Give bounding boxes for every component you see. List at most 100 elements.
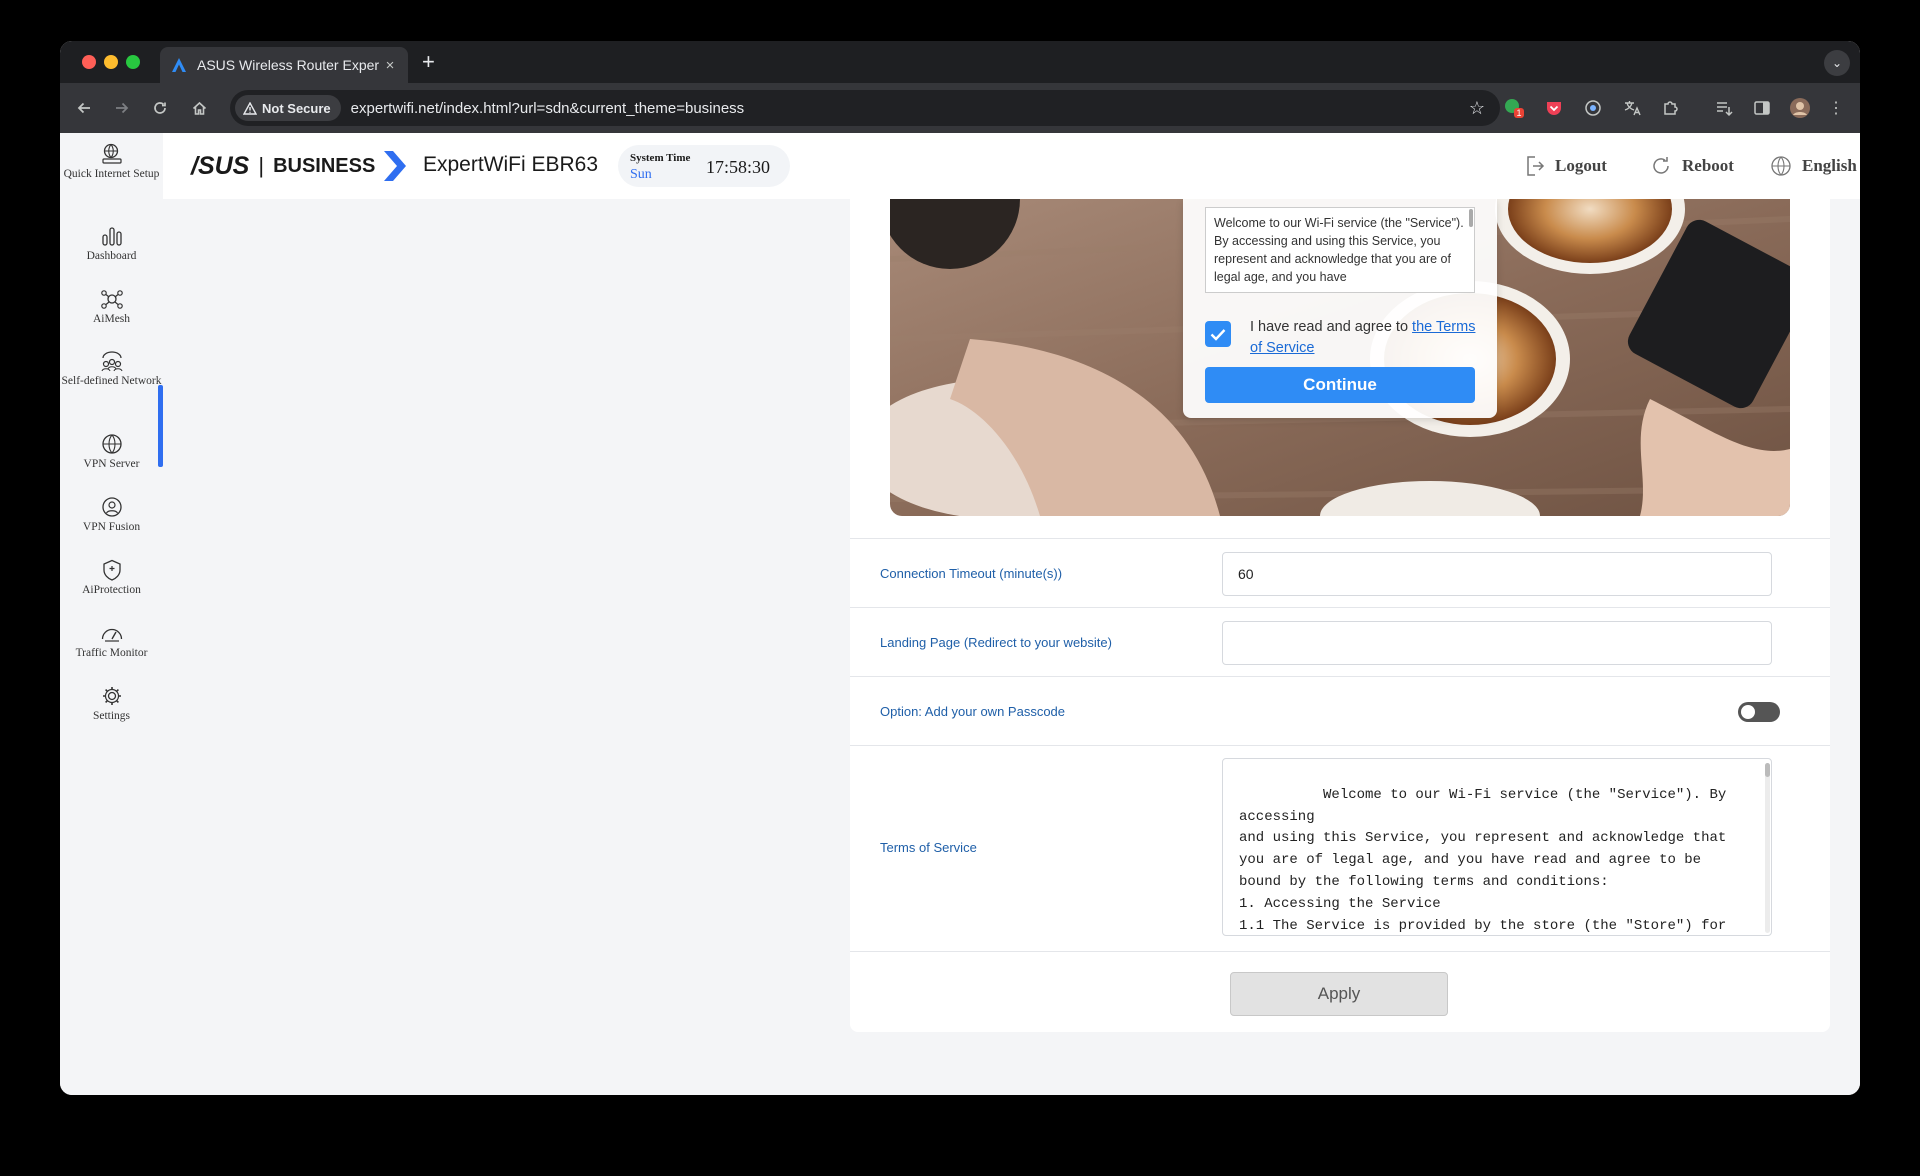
- browser-tab[interactable]: ASUS Wireless Router Exper ×: [160, 47, 408, 83]
- extensions-puzzle-icon[interactable]: [1659, 96, 1683, 120]
- language-globe-icon: [1771, 156, 1791, 176]
- sidebar-item-vpn-server[interactable]: VPN Server: [60, 433, 163, 473]
- portal-tos-preview: Welcome to our Wi-Fi service (the "Servi…: [1205, 207, 1475, 293]
- translate-extension-icon[interactable]: [1620, 96, 1644, 120]
- model-name: ExpertWiFi EBR63: [423, 153, 599, 176]
- logo-business: BUSINESS: [273, 154, 376, 177]
- logout-label: Logout: [1555, 156, 1607, 175]
- landing-page-input[interactable]: [1222, 621, 1772, 665]
- captive-portal-settings-card: Welcome to our Wi-Fi service (the "Servi…: [850, 199, 1830, 1032]
- window-maximize-button[interactable]: [126, 55, 140, 69]
- reboot-label: Reboot: [1682, 156, 1734, 175]
- sidebar-item-settings[interactable]: Settings: [60, 685, 163, 725]
- address-bar[interactable]: Not Secure expertwifi.net/index.html?url…: [230, 90, 1500, 126]
- network-group-icon: [100, 351, 123, 372]
- sidebar-item-dashboard[interactable]: Dashboard: [60, 225, 163, 265]
- not-secure-label: Not Secure: [262, 100, 331, 116]
- terms-of-service-label: Terms of Service: [880, 840, 977, 855]
- pocket-extension-icon[interactable]: [1542, 96, 1566, 120]
- url-text[interactable]: expertwifi.net/index.html?url=sdn&curren…: [351, 100, 1462, 117]
- terms-of-service-text: Welcome to our Wi-Fi service (the "Servi…: [1239, 786, 1727, 934]
- apply-button[interactable]: Apply: [1230, 972, 1448, 1016]
- terms-of-service-textarea[interactable]: Welcome to our Wi-Fi service (the "Servi…: [1222, 758, 1772, 936]
- extension-green-icon[interactable]: 1: [1502, 96, 1526, 120]
- system-time-day: Sun: [630, 167, 652, 182]
- sidebar-item-label: AiProtection: [82, 584, 141, 596]
- sidebar-item-label: VPN Fusion: [82, 521, 141, 533]
- extension-badge: 1: [1516, 108, 1521, 118]
- forward-button[interactable]: [108, 94, 136, 122]
- profile-avatar[interactable]: [1788, 96, 1812, 120]
- asus-business-logo[interactable]: /SUS | BUSINESS: [191, 151, 407, 181]
- sidebar-item-self-defined-network[interactable]: Self-defined Network: [60, 350, 163, 390]
- sidebar-item-quick-internet-setup[interactable]: Quick Internet Setup: [60, 143, 163, 183]
- back-button[interactable]: [70, 94, 98, 122]
- forward-arrow-icon: [116, 102, 129, 114]
- browser-toolbar: Not Secure expertwifi.net/index.html?url…: [60, 83, 1860, 133]
- tos-scrollbar[interactable]: [1765, 763, 1770, 933]
- connection-timeout-row: Connection Timeout (minute(s)) 60: [850, 538, 1830, 607]
- sidebar-item-vpn-fusion[interactable]: VPN Fusion: [60, 496, 163, 536]
- landing-page-row: Landing Page (Redirect to your website): [850, 607, 1830, 676]
- passcode-toggle[interactable]: [1738, 702, 1780, 722]
- globe-setup-icon: [101, 143, 122, 164]
- logout-button[interactable]: Logout: [1525, 155, 1607, 177]
- browser-window: ASUS Wireless Router Exper × + ⌄ Not Sec…: [60, 41, 1860, 1095]
- portal-continue-button[interactable]: Continue: [1205, 367, 1475, 403]
- chevron-logo-icon: [384, 151, 407, 181]
- reload-button[interactable]: [146, 94, 174, 122]
- portal-login-box: Welcome to our Wi-Fi service (the "Servi…: [1183, 199, 1497, 418]
- sidebar-item-aiprotection[interactable]: AiProtection: [60, 559, 163, 599]
- logo-brand: /SUS: [191, 151, 250, 180]
- landing-page-label: Landing Page (Redirect to your website): [880, 635, 1112, 650]
- terms-of-service-row: Terms of Service Welcome to our Wi-Fi se…: [850, 745, 1830, 951]
- portal-agree-label: I have read and agree to: [1250, 319, 1413, 335]
- asus-favicon-icon: [172, 58, 186, 72]
- bookmark-star-icon[interactable]: ☆: [1462, 98, 1492, 119]
- connection-timeout-input[interactable]: 60: [1222, 552, 1772, 596]
- vpn-fusion-icon: [101, 497, 122, 517]
- sidebar-item-label: Self-defined Network: [61, 375, 162, 387]
- vpn-globe-icon: [101, 434, 122, 454]
- portal-tos-scrollbar[interactable]: [1469, 209, 1473, 227]
- shield-icon: [102, 559, 121, 581]
- bar-chart-icon: [101, 227, 122, 246]
- logout-icon: [1527, 156, 1545, 176]
- new-tab-button[interactable]: +: [422, 49, 435, 75]
- not-secure-chip[interactable]: Not Secure: [235, 95, 341, 121]
- sidebar-item-label: VPN Server: [83, 458, 140, 470]
- language-selector[interactable]: English ▼: [1770, 155, 1860, 177]
- home-icon: [192, 101, 206, 115]
- reload-icon: [154, 102, 166, 114]
- browser-menu-icon[interactable]: ⋮: [1824, 96, 1848, 120]
- passcode-row: Option: Add your own Passcode: [850, 676, 1830, 745]
- sidebar-item-label: Settings: [92, 710, 131, 722]
- passcode-label: Option: Add your own Passcode: [880, 704, 1066, 719]
- reboot-button[interactable]: Reboot: [1650, 155, 1734, 177]
- window-minimize-button[interactable]: [104, 55, 118, 69]
- tab-search-button[interactable]: ⌄: [1824, 50, 1850, 76]
- gear-icon: [102, 687, 121, 705]
- sidebar-item-label: Dashboard: [86, 250, 137, 262]
- sidebar-item-traffic-monitor[interactable]: Traffic Monitor: [60, 622, 163, 662]
- sidebar-item-label: Quick Internet Setup: [63, 168, 160, 180]
- side-panel-icon[interactable]: [1750, 96, 1774, 120]
- mesh-icon: [100, 290, 123, 309]
- tos-scrollbar-thumb[interactable]: [1765, 763, 1770, 777]
- home-button[interactable]: [185, 94, 213, 122]
- reading-list-icon[interactable]: [1712, 96, 1736, 120]
- window-close-button[interactable]: [82, 55, 96, 69]
- portal-agree-checkbox[interactable]: [1205, 321, 1231, 347]
- gauge-icon: [101, 628, 122, 642]
- page-header: /SUS | BUSINESS ExpertWiFi EBR63 System …: [163, 133, 1860, 199]
- portal-preview: Welcome to our Wi-Fi service (the "Servi…: [890, 199, 1790, 516]
- sidebar-item-aimesh[interactable]: AiMesh: [60, 288, 163, 328]
- system-time-label: System Time: [630, 152, 691, 164]
- apply-divider: [850, 951, 1830, 952]
- language-label: English: [1802, 156, 1857, 175]
- system-time-clock: 17:58:30: [706, 157, 771, 177]
- toggle-knob: [1741, 705, 1755, 719]
- tab-title: ASUS Wireless Router Exper: [197, 57, 380, 73]
- extension-globe-icon[interactable]: [1581, 96, 1605, 120]
- tab-close-icon[interactable]: ×: [382, 57, 398, 74]
